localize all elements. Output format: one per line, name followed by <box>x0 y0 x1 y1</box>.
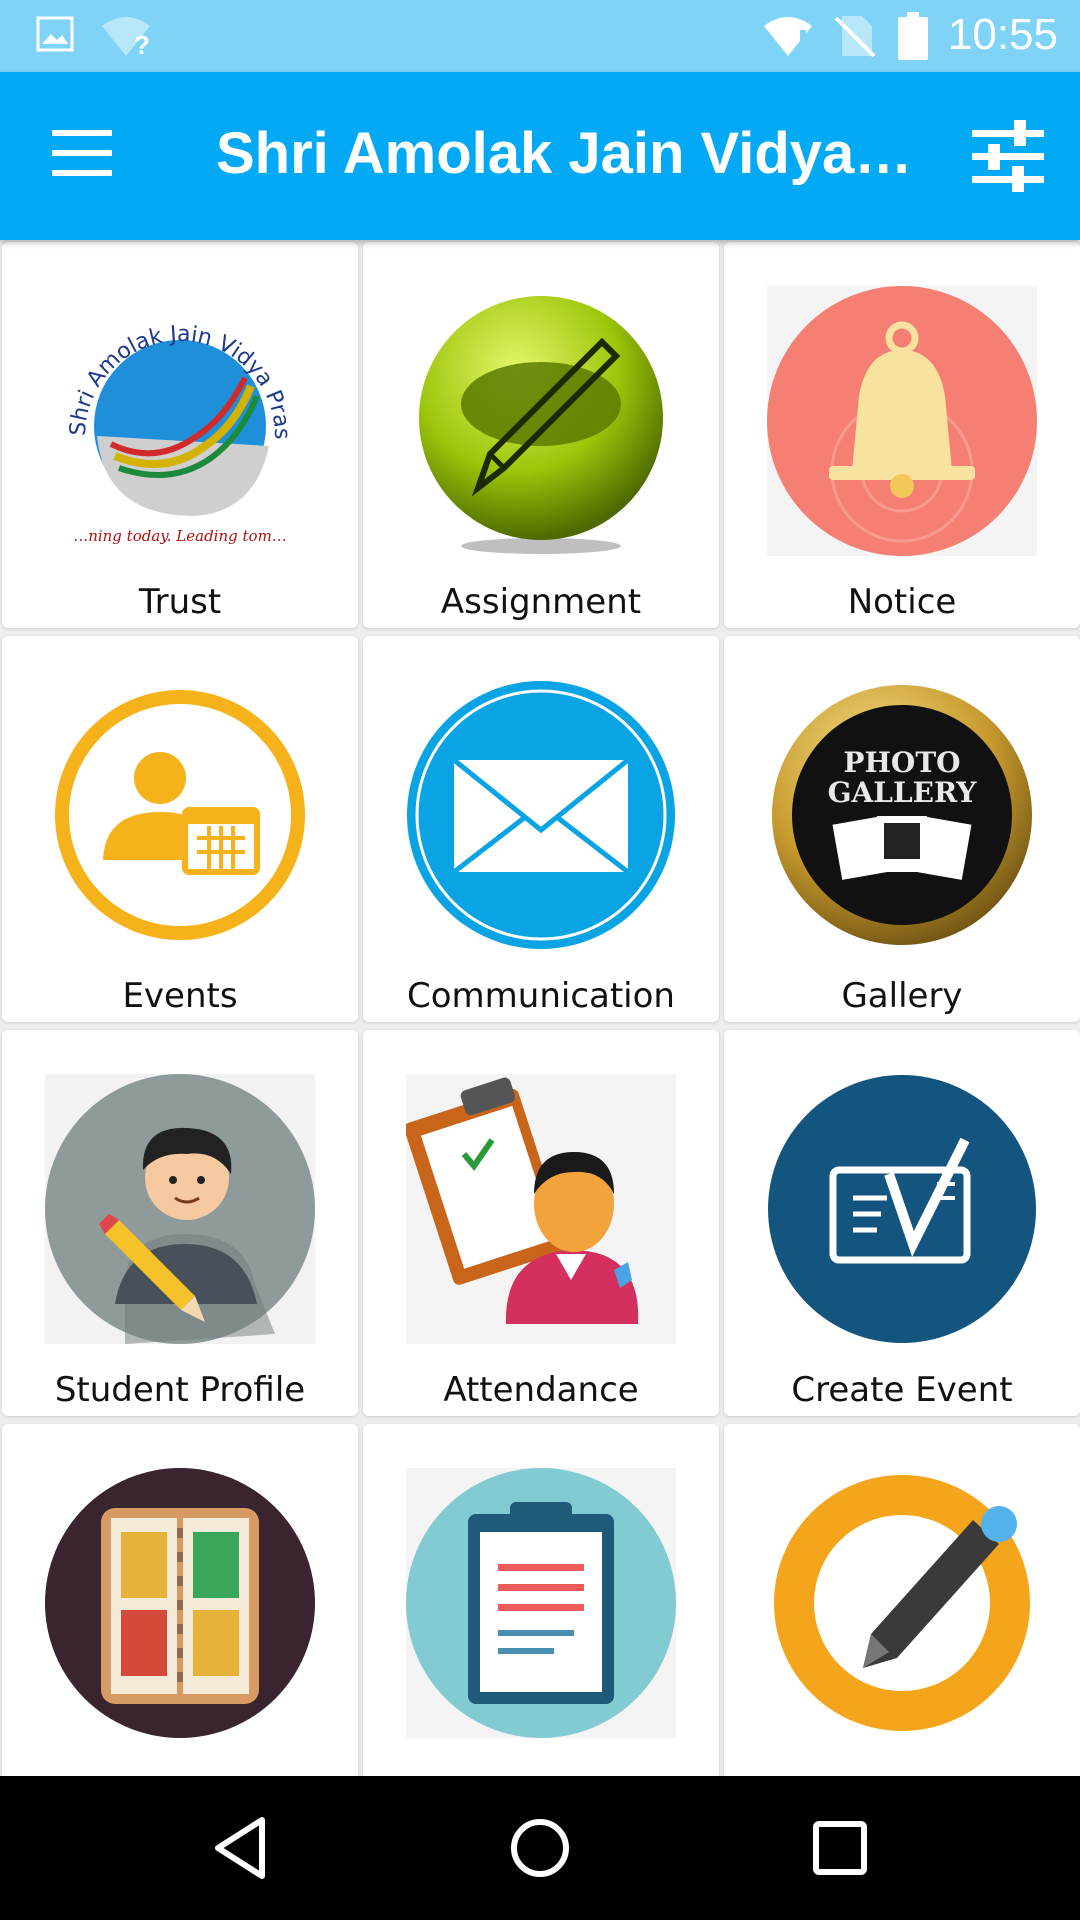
no-sim-icon <box>834 16 876 58</box>
edit-ring-icon <box>774 1475 1030 1731</box>
clipboard-person-icon <box>406 1074 676 1344</box>
menu-grid: Shri Amolak Jain Vidya Prasarak Mandal …… <box>0 240 1080 1776</box>
tile-label: Student Profile <box>54 1370 306 1410</box>
trust-tagline: …ning today. Leading tom… <box>73 527 287 545</box>
wifi-alert-icon <box>764 17 812 56</box>
tile-trust[interactable]: Shri Amolak Jain Vidya Prasarak Mandal …… <box>2 242 358 628</box>
tile-assignment[interactable]: Assignment <box>363 242 719 628</box>
tile-attendance[interactable]: Attendance <box>363 1030 719 1416</box>
status-bar: ? 10:55 <box>0 0 1080 72</box>
envelope-icon <box>407 681 675 949</box>
tile-label: Gallery <box>841 976 963 1016</box>
user-calendar-icon <box>55 690 305 940</box>
recents-icon[interactable] <box>804 1812 876 1884</box>
checked-card-icon <box>768 1075 1036 1343</box>
battery-icon <box>898 12 928 60</box>
pencil-icon <box>419 296 663 554</box>
app-title: Shri Amolak Jain Vidya… <box>216 121 913 186</box>
tile-edit[interactable] <box>724 1424 1080 1776</box>
tile-create-event[interactable]: Create Event <box>724 1030 1080 1416</box>
hamburger-icon <box>52 130 112 136</box>
tile-label: Attendance <box>443 1370 639 1410</box>
tile-photo-album[interactable] <box>2 1424 358 1776</box>
gallery-badge-line2: GALLERY <box>828 776 978 809</box>
svg-text:?: ? <box>134 30 150 58</box>
clipboard-icon <box>406 1468 676 1738</box>
tile-communication[interactable]: Communication <box>363 636 719 1022</box>
student-icon <box>45 1074 315 1344</box>
hamburger-line <box>52 150 112 156</box>
filter-settings-icon[interactable] <box>968 116 1048 196</box>
tile-label: Notice <box>847 582 957 622</box>
tile-label: Assignment <box>440 582 642 622</box>
back-icon[interactable] <box>204 1812 276 1884</box>
tile-label: Create Event <box>791 1370 1013 1410</box>
navigation-bar <box>0 1776 1080 1920</box>
app-bar: Shri Amolak Jain Vidya… <box>0 72 1080 240</box>
tile-clipboard[interactable] <box>363 1424 719 1776</box>
photo-gallery-icon: PHOTO GALLERY <box>772 685 1032 945</box>
tile-label: Communication <box>407 976 675 1016</box>
hamburger-line <box>52 170 112 176</box>
tile-events[interactable]: Events <box>2 636 358 1022</box>
photo-album-icon <box>45 1468 315 1738</box>
home-icon[interactable] <box>504 1812 576 1884</box>
tile-student-profile[interactable]: Student Profile <box>2 1030 358 1416</box>
image-notification-icon <box>36 16 74 52</box>
trust-logo-icon: Shri Amolak Jain Vidya Prasarak Mandal …… <box>45 286 294 545</box>
tile-label: Events <box>122 976 238 1016</box>
tile-label: Trust <box>138 582 222 622</box>
status-time: 10:55 <box>947 10 1058 59</box>
gallery-badge-line1: PHOTO <box>843 746 960 779</box>
wifi-unknown-icon: ? <box>102 17 150 58</box>
tile-notice[interactable]: Notice <box>724 242 1080 628</box>
menu-button[interactable] <box>52 130 112 178</box>
bell-icon <box>767 286 1037 556</box>
tile-gallery[interactable]: PHOTO GALLERY Gallery <box>724 636 1080 1022</box>
